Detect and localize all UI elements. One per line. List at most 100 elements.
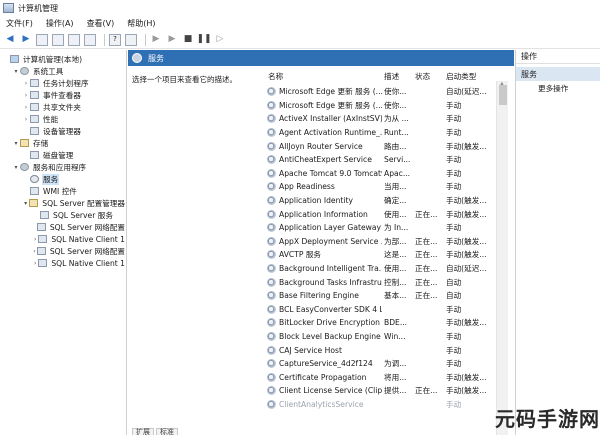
pause-icon[interactable]: ❚❚ — [196, 34, 211, 46]
collapsed-chevron-icon[interactable]: › — [22, 116, 30, 123]
tree-item[interactable]: ▾ SQL Server 配置管理器 — [0, 197, 126, 209]
forward-arrow-icon[interactable]: ▶ — [20, 34, 32, 46]
tree-item[interactable]: 服务 — [0, 173, 126, 185]
menu-action[interactable]: 操作(A) — [46, 18, 74, 29]
expanded-chevron-icon[interactable]: ▾ — [12, 140, 20, 147]
tab-extended[interactable]: 扩展 — [132, 428, 154, 435]
service-description: 使用... — [384, 264, 407, 274]
service-row[interactable]: Agent Activation Runtime_... Runt... 手动 — [264, 126, 502, 140]
service-description: Win... — [384, 331, 406, 341]
service-gear-icon — [267, 359, 276, 369]
folder-icon[interactable] — [36, 33, 48, 46]
tree-item[interactable]: ▾ 存储 — [0, 137, 126, 149]
service-name: ActiveX Installer (AxInstSV) — [279, 114, 382, 124]
service-row[interactable]: Background Intelligent Tra... 使用... 正在... 自… — [264, 262, 502, 276]
menu-file[interactable]: 文件(F) — [6, 18, 33, 29]
service-row[interactable]: Application Layer Gateway ... 为 In... 手动 — [264, 221, 502, 235]
tree-item-label: 事件查看器 — [43, 90, 81, 100]
service-name-cell: Agent Activation Runtime_... — [264, 128, 382, 138]
service-gear-icon — [267, 209, 276, 219]
service-row[interactable]: ActiveX Installer (AxInstSV) 为从 ... 手动 — [264, 112, 502, 126]
properties-icon[interactable] — [52, 33, 64, 46]
tree-item[interactable]: › 性能 — [0, 113, 126, 125]
service-row[interactable]: Application Identity 确定... 手动(触发... — [264, 194, 502, 208]
tree-item[interactable]: ▾ 服务和应用程序 — [0, 161, 126, 173]
service-row[interactable]: AntiCheatExpert Service Servi... 手动 — [264, 153, 502, 167]
service-row[interactable]: BCL EasyConverter SDK 4 L... 手动 — [264, 303, 502, 317]
service-row[interactable]: ClientAnalyticsService 手动 — [264, 398, 502, 412]
service-row[interactable]: BitLocker Drive Encryption ... BDE... 手动(触… — [264, 316, 502, 330]
service-name-cell: ActiveX Installer (AxInstSV) — [264, 114, 382, 124]
restart-icon[interactable]: ▷ — [214, 34, 226, 46]
column-header-status[interactable]: 状态 — [413, 71, 444, 82]
service-row[interactable]: AllJoyn Router Service 路由... 手动(触发... — [264, 139, 502, 153]
list-header: 名称 描述 状态 启动类型 — [264, 68, 514, 84]
play-icon[interactable]: ▶ — [150, 34, 162, 46]
service-row[interactable]: AVCTP 服务 这是... 正在... 手动(触发... — [264, 248, 502, 262]
service-name: AntiCheatExpert Service — [279, 155, 372, 165]
refresh-icon[interactable] — [68, 33, 80, 46]
service-row[interactable]: Background Tasks Infrastru... 控制... 正在... 自… — [264, 275, 502, 289]
tree-item[interactable]: WMI 控件 — [0, 185, 126, 197]
service-startup-type: 自动(延迟... — [446, 87, 487, 97]
title-bar: 计算机管理 — [0, 0, 600, 16]
stop-icon[interactable]: ■ — [182, 34, 194, 46]
service-name-cell: ClientAnalyticsService — [264, 399, 382, 409]
play-alt-icon[interactable]: ▶ — [166, 34, 178, 46]
service-gear-icon — [267, 386, 276, 396]
service-row[interactable]: Client License Service (Clip... 提供... 正在..… — [264, 384, 502, 398]
column-header-desc[interactable]: 描述 — [382, 71, 413, 82]
tree-node-icon — [20, 67, 29, 75]
actions-section-services[interactable]: 服务 — [516, 67, 600, 81]
service-name: BCL EasyConverter SDK 4 L... — [279, 304, 382, 314]
back-arrow-icon[interactable]: ◀ — [4, 34, 16, 46]
vertical-scrollbar[interactable]: ▲ — [496, 81, 508, 435]
service-name-cell: Application Information — [264, 209, 382, 219]
tree-item-label: 系统工具 — [33, 66, 64, 76]
service-row[interactable]: Apache Tomcat 9.0 Tomcat9 Apac... 手动 — [264, 167, 502, 181]
console-icon[interactable] — [125, 33, 137, 46]
service-row[interactable]: Application Information 使用... 正在... 手动(触发..… — [264, 207, 502, 221]
tree-item[interactable]: 磁盘管理 — [0, 149, 126, 161]
tree-item[interactable]: ▾ 系统工具 — [0, 65, 126, 77]
service-row[interactable]: Certificate Propagation 将用... 手动(触发... — [264, 370, 502, 384]
more-actions[interactable]: 更多操作 — [516, 81, 600, 95]
collapsed-chevron-icon[interactable]: › — [22, 104, 30, 111]
expanded-chevron-icon[interactable]: ▾ — [12, 164, 20, 171]
tab-standard[interactable]: 标准 — [156, 428, 178, 435]
expanded-chevron-icon[interactable]: ▾ — [12, 68, 20, 75]
tree-item[interactable]: › 共享文件夹 — [0, 101, 126, 113]
service-name: App Readiness — [279, 182, 335, 192]
tree-item[interactable]: › SQL Server 网络配置 — [0, 245, 126, 257]
export-icon[interactable] — [84, 33, 96, 46]
tree-item[interactable]: › 任务计划程序 — [0, 77, 126, 89]
service-row[interactable]: Microsoft Edge 更新 服务 (... 使你... 自动(延迟... — [264, 85, 502, 99]
help-icon[interactable]: ? — [109, 33, 121, 46]
tree-item[interactable]: › SQL Native Client 1 — [0, 257, 126, 269]
tree-item[interactable]: 计算机管理(本地) — [0, 53, 126, 65]
collapsed-chevron-icon[interactable]: › — [22, 92, 30, 99]
tree-item[interactable]: SQL Server 服务 — [0, 209, 126, 221]
tree-node-icon — [20, 163, 29, 171]
tree-item[interactable]: › 事件查看器 — [0, 89, 126, 101]
window-title: 计算机管理 — [18, 3, 58, 13]
service-row[interactable]: App Readiness 当用... 手动 — [264, 180, 502, 194]
expanded-chevron-icon[interactable]: ▾ — [22, 200, 29, 207]
service-row[interactable]: Base Filtering Engine 基本... 正在... 自动 — [264, 289, 502, 303]
menu-help[interactable]: 帮助(H) — [127, 18, 155, 29]
tree-item[interactable]: › SQL Native Client 1 — [0, 233, 126, 245]
service-row[interactable]: Microsoft Edge 更新 服务 (... 使你... 手动 — [264, 99, 502, 113]
tree-item[interactable]: 设备管理器 — [0, 125, 126, 137]
collapsed-chevron-icon[interactable]: › — [22, 80, 30, 87]
service-row[interactable]: AppX Deployment Service ... 为部... 正在... 手动(… — [264, 235, 502, 249]
service-row[interactable]: CaptureService_4d2f124 为调... 手动 — [264, 357, 502, 371]
service-row[interactable]: CAJ Service Host 手动 — [264, 343, 502, 357]
menu-view[interactable]: 查看(V) — [87, 18, 115, 29]
column-header-startup[interactable]: 启动类型 — [444, 71, 499, 82]
service-row[interactable]: Block Level Backup Engine ... Win... 手动 — [264, 330, 502, 344]
tree-item[interactable]: SQL Server 网络配置 — [0, 221, 126, 233]
service-description: 为从 ... — [384, 114, 409, 124]
column-header-name[interactable]: 名称 — [264, 71, 382, 82]
service-gear-icon — [267, 250, 276, 260]
scroll-thumb[interactable] — [499, 85, 507, 105]
